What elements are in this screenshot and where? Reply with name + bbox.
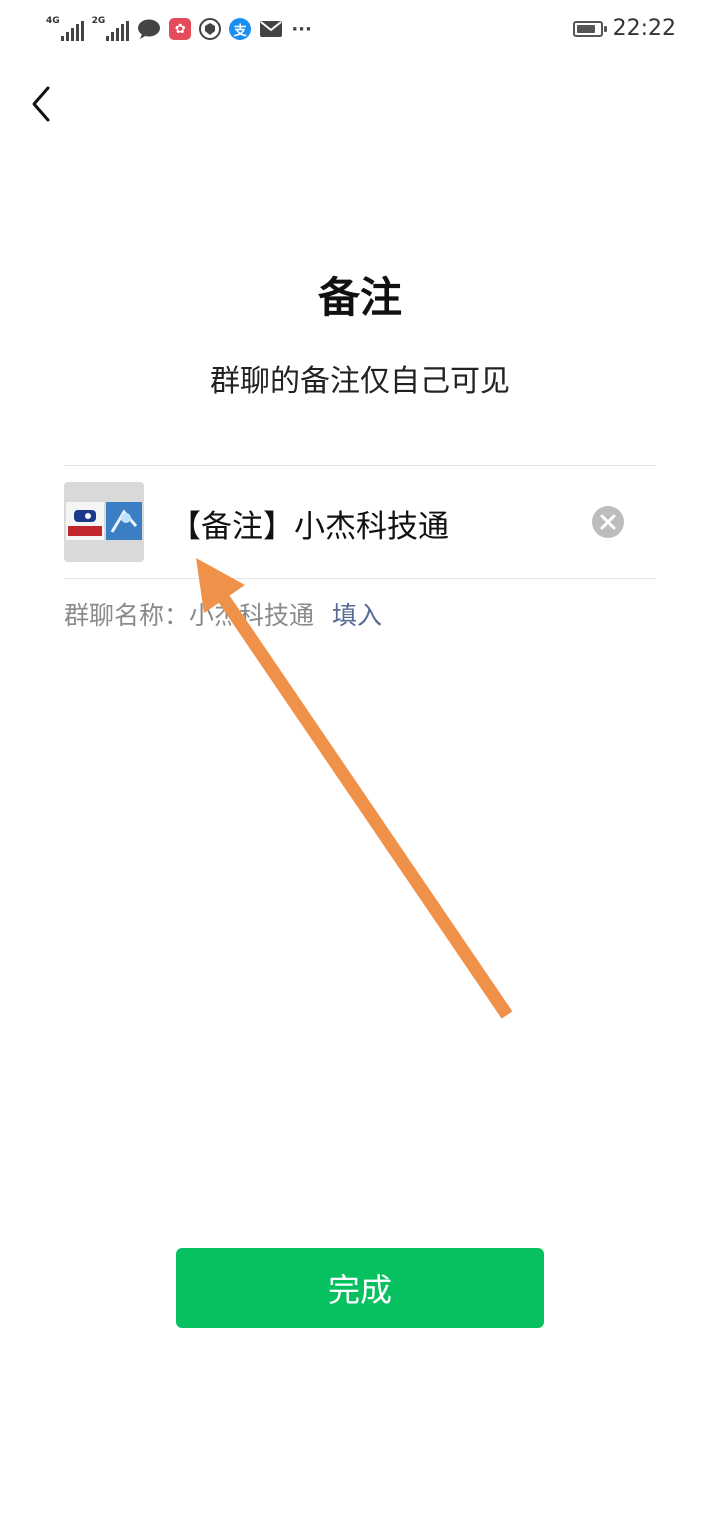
- group-name-label: 群聊名称：: [64, 601, 190, 630]
- chevron-left-icon: [32, 86, 50, 122]
- huawei-app-icon: ✿: [169, 18, 192, 40]
- divider-top: [64, 465, 656, 466]
- done-button[interactable]: 完成: [176, 1248, 544, 1328]
- fill-in-link[interactable]: 填入: [332, 596, 382, 632]
- clock: 22:22: [612, 16, 676, 41]
- group-name-value: 小杰科技通: [189, 601, 315, 630]
- chat-bubble-icon: [138, 19, 161, 39]
- group-avatar: [64, 482, 144, 562]
- clear-circle-icon: [592, 506, 624, 538]
- page-subtitle: 群聊的备注仅自己可见: [210, 364, 510, 399]
- signal-2g-icon: 2G: [92, 17, 130, 41]
- alipay-icon: 支: [229, 18, 252, 40]
- clear-button[interactable]: [592, 506, 624, 538]
- status-bar-right: 22:22: [572, 16, 676, 41]
- status-bar: 4G 2G ✿ 支 ··· 22:22: [0, 0, 720, 58]
- remark-input[interactable]: [170, 494, 580, 552]
- status-bar-left: 4G 2G ✿ 支 ···: [46, 14, 312, 44]
- mail-icon: [260, 21, 283, 37]
- group-name-hint: 群聊名称： 小杰科技通 填入: [64, 596, 382, 632]
- more-icon: ···: [291, 18, 312, 40]
- back-button[interactable]: [22, 82, 66, 126]
- group-avatar-image: [64, 482, 144, 562]
- shield-app-icon: [199, 18, 222, 40]
- divider-bottom: [64, 578, 656, 579]
- page-title: 备注: [317, 273, 402, 322]
- battery-icon: [572, 20, 607, 37]
- signal-4g-icon: 4G: [46, 17, 84, 41]
- battery-level: [576, 24, 595, 33]
